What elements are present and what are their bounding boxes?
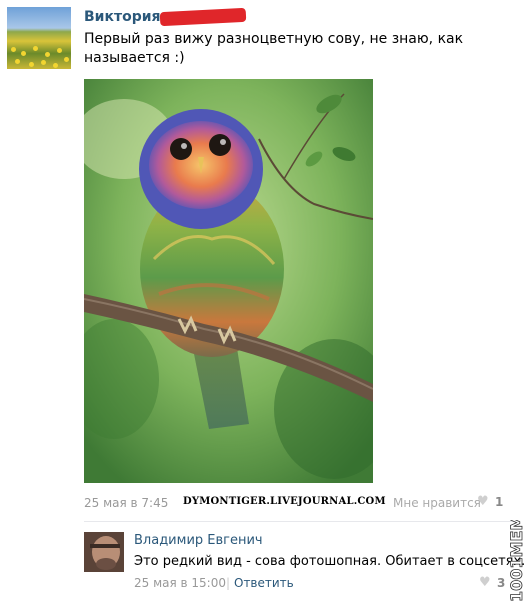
comment-author[interactable]: Владимир Евгенич: [134, 533, 263, 548]
post-date[interactable]: 25 мая в 7:45: [84, 496, 168, 510]
author-avatar[interactable]: [7, 7, 71, 69]
heart-icon[interactable]: ♥: [477, 494, 489, 509]
post-text: Первый раз вижу разноцветную сову, не зн…: [84, 31, 464, 66]
comment-text: Это редкий вид - сова фотошопная. Обитае…: [134, 554, 526, 569]
comment-separator: |: [226, 576, 231, 590]
redacted-surname: [159, 7, 247, 27]
comments-divider: [84, 521, 520, 522]
like-label[interactable]: Мне нравится: [393, 496, 481, 510]
post-author[interactable]: Виктория: [84, 9, 161, 25]
owl-photo-image: [84, 79, 373, 483]
side-watermark: 1001MEM: [507, 520, 527, 602]
comment-date[interactable]: 25 мая в 15:00: [134, 576, 226, 590]
side-watermark-text: 1001MEM: [507, 520, 526, 602]
commenter-avatar-image: [84, 532, 124, 572]
reply-button[interactable]: Ответить: [234, 576, 294, 590]
like-count: 1: [495, 495, 504, 509]
post-photo[interactable]: [84, 79, 373, 483]
comment-heart-icon[interactable]: ♥: [479, 575, 491, 590]
comment-like-count: 3: [497, 576, 506, 590]
watermark-text: DYMONTIGER.LIVEJOURNAL.COM: [183, 496, 386, 507]
commenter-avatar[interactable]: [84, 532, 124, 572]
